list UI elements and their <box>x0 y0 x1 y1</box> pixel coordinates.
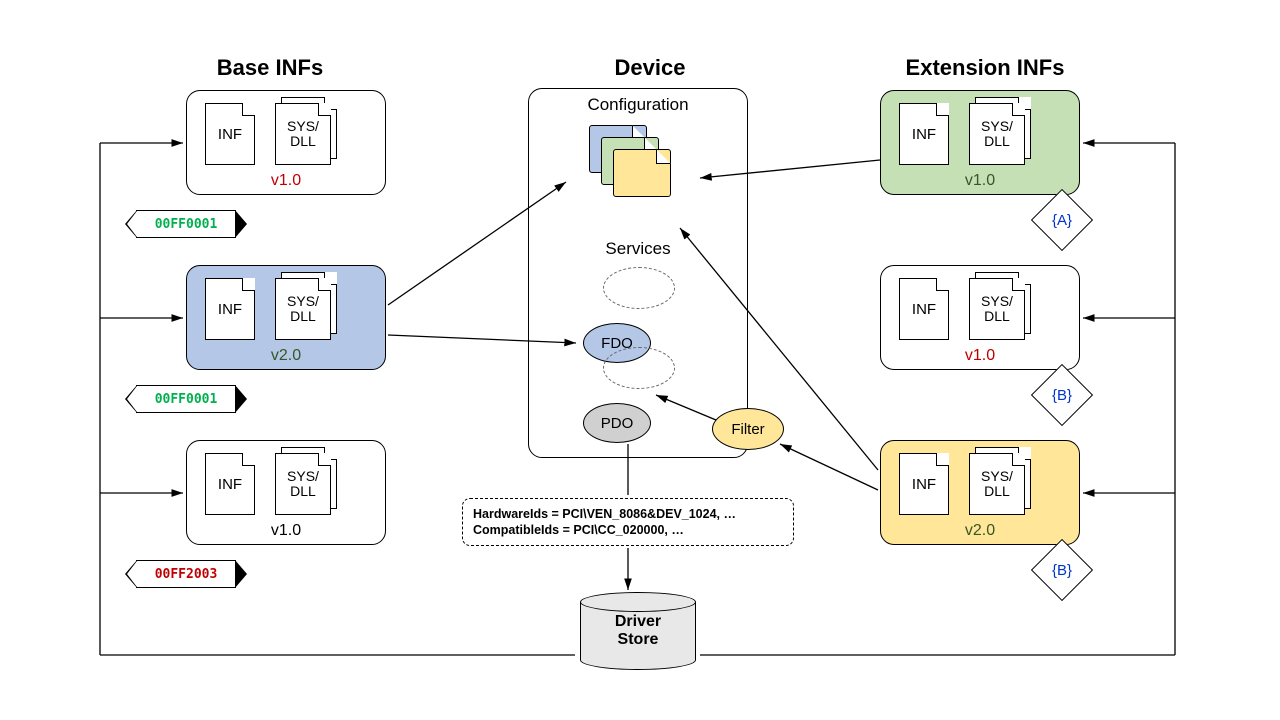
ext-id-diamond-b2: {B} <box>1031 539 1093 601</box>
ext-id-diamond-b1: {B} <box>1031 364 1093 426</box>
inf-doc-icon: INF <box>899 103 949 165</box>
filter-node: Filter <box>712 408 784 450</box>
sysdll-doc-icon: SYS/ DLL <box>275 97 337 165</box>
sysdll-doc-icon: SYS/ DLL <box>275 272 337 340</box>
services-label: Services <box>529 239 747 259</box>
inf-doc-icon: INF <box>899 453 949 515</box>
sysdll-doc-icon: SYS/ DLL <box>969 272 1031 340</box>
ids-box: HardwareIds = PCI\VEN_8086&DEV_1024, … C… <box>462 498 794 546</box>
version-label: v1.0 <box>965 172 995 190</box>
version-label: v2.0 <box>965 522 995 540</box>
version-label: v1.0 <box>271 172 301 190</box>
driver-store-cylinder: Driver Store <box>580 592 696 670</box>
ext-inf-box-2: INF SYS/ DLL v1.0 <box>880 265 1080 370</box>
sysdll-doc-icon: SYS/ DLL <box>969 447 1031 515</box>
banner-3: 00FF2003 <box>136 560 236 588</box>
pdo-node: PDO <box>583 403 651 443</box>
dashed-link-1 <box>603 267 675 309</box>
ext-inf-box-1: INF SYS/ DLL v1.0 <box>880 90 1080 195</box>
inf-doc-icon: INF <box>205 103 255 165</box>
inf-doc-icon: INF <box>899 278 949 340</box>
version-label: v1.0 <box>271 522 301 540</box>
hardware-ids: HardwareIds = PCI\VEN_8086&DEV_1024, … <box>473 506 783 522</box>
config-card-3 <box>613 149 671 197</box>
banner-2: 00FF0001 <box>136 385 236 413</box>
banner-1: 00FF0001 <box>136 210 236 238</box>
version-label: v2.0 <box>271 347 301 365</box>
dashed-link-2 <box>603 347 675 389</box>
version-label: v1.0 <box>965 347 995 365</box>
sysdll-doc-icon: SYS/ DLL <box>275 447 337 515</box>
ext-id-diamond-a: {A} <box>1031 189 1093 251</box>
compatible-ids: CompatibleIds = PCI\CC_020000, … <box>473 522 783 538</box>
configuration-label: Configuration <box>529 95 747 115</box>
base-inf-box-1: INF SYS/ DLL v1.0 <box>186 90 386 195</box>
ext-infs-title: Extension INFs <box>885 55 1085 81</box>
device-frame: Configuration Services FDO PDO <box>528 88 748 458</box>
base-inf-box-2: INF SYS/ DLL v2.0 <box>186 265 386 370</box>
inf-doc-icon: INF <box>205 453 255 515</box>
base-infs-title: Base INFs <box>180 55 360 81</box>
device-title: Device <box>600 55 700 81</box>
inf-doc-icon: INF <box>205 278 255 340</box>
ext-inf-box-3: INF SYS/ DLL v2.0 <box>880 440 1080 545</box>
sysdll-doc-icon: SYS/ DLL <box>969 97 1031 165</box>
base-inf-box-3: INF SYS/ DLL v1.0 <box>186 440 386 545</box>
